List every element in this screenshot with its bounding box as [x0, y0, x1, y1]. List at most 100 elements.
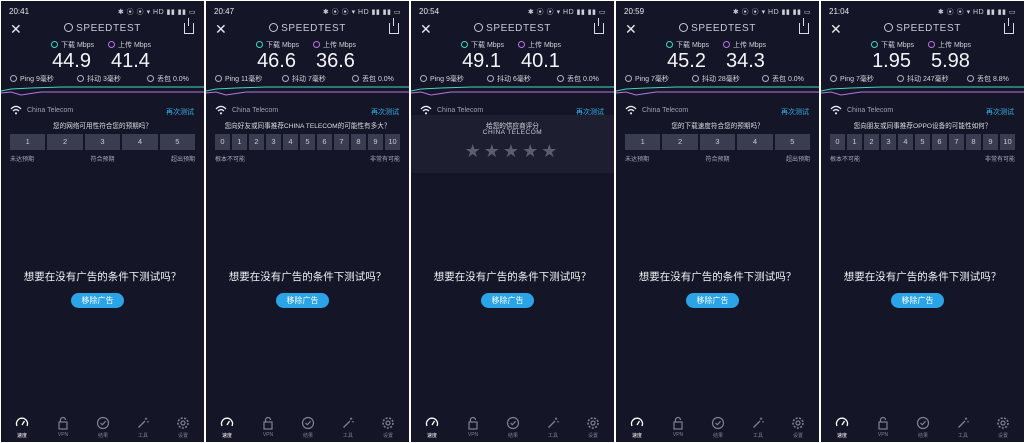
- star-icon[interactable]: ★: [522, 141, 541, 161]
- rating-option[interactable]: 7: [334, 134, 349, 150]
- rating-option[interactable]: 3: [881, 134, 896, 150]
- rating-option[interactable]: 5: [915, 134, 930, 150]
- star-icon[interactable]: ★: [465, 141, 484, 161]
- rating-option[interactable]: 4: [898, 134, 913, 150]
- rating-option[interactable]: 8: [966, 134, 981, 150]
- isp-name: China Telecom: [437, 107, 484, 114]
- rating-option[interactable]: 0: [215, 134, 230, 150]
- rating-option[interactable]: 5: [774, 134, 811, 150]
- share-icon[interactable]: [799, 18, 809, 34]
- rating-option[interactable]: 2: [249, 134, 264, 150]
- remove-ads-button[interactable]: 移除广告: [71, 293, 124, 308]
- ping-label: Ping: [430, 76, 445, 83]
- scale-high-label: 超出预期: [170, 157, 195, 163]
- speed-gauge-icon: [15, 417, 29, 427]
- nav-settings-label: 设置: [177, 433, 188, 439]
- rating-option[interactable]: 2: [864, 134, 879, 150]
- rating-option[interactable]: 3: [266, 134, 281, 150]
- rating-option[interactable]: 3: [84, 134, 121, 150]
- rating-option[interactable]: 4: [122, 134, 158, 150]
- star-rating[interactable]: ★★★★★: [411, 141, 614, 162]
- nav-tools[interactable]: 工具: [538, 416, 568, 439]
- rating-option[interactable]: 1: [10, 134, 46, 150]
- upload-value: 40.1: [521, 50, 560, 72]
- rating-option[interactable]: 2: [662, 134, 698, 150]
- nav-vpn[interactable]: VPN: [868, 416, 898, 438]
- nav-vpn[interactable]: VPN: [663, 416, 693, 438]
- remove-ads-button[interactable]: 移除广告: [891, 293, 944, 308]
- nav-settings[interactable]: 设置: [578, 416, 608, 439]
- nav-settings[interactable]: 设置: [988, 416, 1018, 439]
- nav-vpn-label: VPN: [877, 432, 889, 438]
- bottom-nav: 速度 VPN 结果 工具 设置: [616, 412, 819, 442]
- nav-settings[interactable]: 设置: [168, 416, 198, 439]
- rating-option[interactable]: 9: [368, 134, 383, 150]
- ping-value: 9毫秒: [445, 76, 464, 83]
- rating-option[interactable]: 1: [232, 134, 247, 150]
- retest-button[interactable]: 再次测试: [986, 107, 1014, 117]
- rating-option[interactable]: 10: [1000, 134, 1015, 150]
- rating-option[interactable]: 7: [949, 134, 964, 150]
- nav-tools[interactable]: 工具: [128, 416, 158, 439]
- star-icon[interactable]: ★: [484, 141, 503, 161]
- rating-option[interactable]: 8: [351, 134, 366, 150]
- nav-settings[interactable]: 设置: [783, 416, 813, 439]
- star-icon[interactable]: ★: [541, 141, 560, 161]
- nav-speed[interactable]: 速度: [212, 416, 242, 439]
- jitter-icon: [897, 75, 904, 82]
- remove-ads-button[interactable]: 移除广告: [686, 293, 739, 308]
- rating-option[interactable]: 6: [932, 134, 947, 150]
- share-icon[interactable]: [594, 18, 604, 34]
- rating-option[interactable]: 1: [625, 134, 661, 150]
- retest-button[interactable]: 再次测试: [371, 107, 399, 117]
- brand-text: SPEEDTEST: [896, 23, 961, 34]
- isp-row: China Telecom 再次测试: [821, 105, 1024, 117]
- share-icon[interactable]: [1004, 18, 1014, 34]
- rating-option[interactable]: 6: [317, 134, 332, 150]
- nav-results[interactable]: 结果: [498, 416, 528, 439]
- rating-option[interactable]: 2: [47, 134, 83, 150]
- nav-results-label: 结果: [302, 433, 313, 439]
- rating-option[interactable]: 10: [385, 134, 400, 150]
- nav-results[interactable]: 结果: [908, 416, 938, 439]
- upload-value: 36.6: [316, 50, 355, 72]
- rating-option[interactable]: 5: [300, 134, 315, 150]
- remove-ads-button[interactable]: 移除广告: [276, 293, 329, 308]
- nav-speed[interactable]: 速度: [827, 416, 857, 439]
- nav-vpn[interactable]: VPN: [253, 416, 283, 438]
- gear-icon: [587, 417, 599, 429]
- nav-results[interactable]: 结果: [293, 416, 323, 439]
- isp-name: China Telecom: [847, 107, 894, 114]
- nav-speed[interactable]: 速度: [7, 416, 37, 439]
- rating-option[interactable]: 4: [283, 134, 298, 150]
- nav-speed[interactable]: 速度: [622, 416, 652, 439]
- share-icon[interactable]: [184, 18, 194, 34]
- rating-option[interactable]: 9: [983, 134, 998, 150]
- retest-button[interactable]: 再次测试: [781, 107, 809, 117]
- rating-option[interactable]: 3: [699, 134, 736, 150]
- nav-tools[interactable]: 工具: [333, 416, 363, 439]
- scale-high-label: 非常有可能: [369, 157, 400, 163]
- nav-settings[interactable]: 设置: [373, 416, 403, 439]
- bottom-nav: 速度 VPN 结果 工具 设置: [411, 412, 614, 442]
- retest-button[interactable]: 再次测试: [166, 107, 194, 117]
- nav-vpn[interactable]: VPN: [48, 416, 78, 438]
- nav-speed[interactable]: 速度: [417, 416, 447, 439]
- nav-tools[interactable]: 工具: [743, 416, 773, 439]
- share-icon[interactable]: [389, 18, 399, 34]
- rating-option[interactable]: 1: [847, 134, 862, 150]
- status-bar: 20:59 ✱ ⦿ ⦿ ▾ HD ▮▮ ▮▮ ▭: [624, 7, 811, 17]
- nav-vpn[interactable]: VPN: [458, 416, 488, 438]
- star-icon[interactable]: ★: [503, 141, 522, 161]
- ping-label: Ping: [840, 76, 855, 83]
- nav-results[interactable]: 结果: [703, 416, 733, 439]
- rating-option[interactable]: 5: [159, 134, 196, 150]
- upload-icon: [108, 41, 115, 48]
- nav-results[interactable]: 结果: [88, 416, 118, 439]
- remove-ads-button[interactable]: 移除广告: [481, 293, 534, 308]
- rating-option[interactable]: 0: [830, 134, 845, 150]
- speed-values: 1.95 5.98: [821, 50, 1024, 72]
- nav-tools[interactable]: 工具: [948, 416, 978, 439]
- brand-text: SPEEDTEST: [486, 23, 551, 34]
- rating-option[interactable]: 4: [737, 134, 773, 150]
